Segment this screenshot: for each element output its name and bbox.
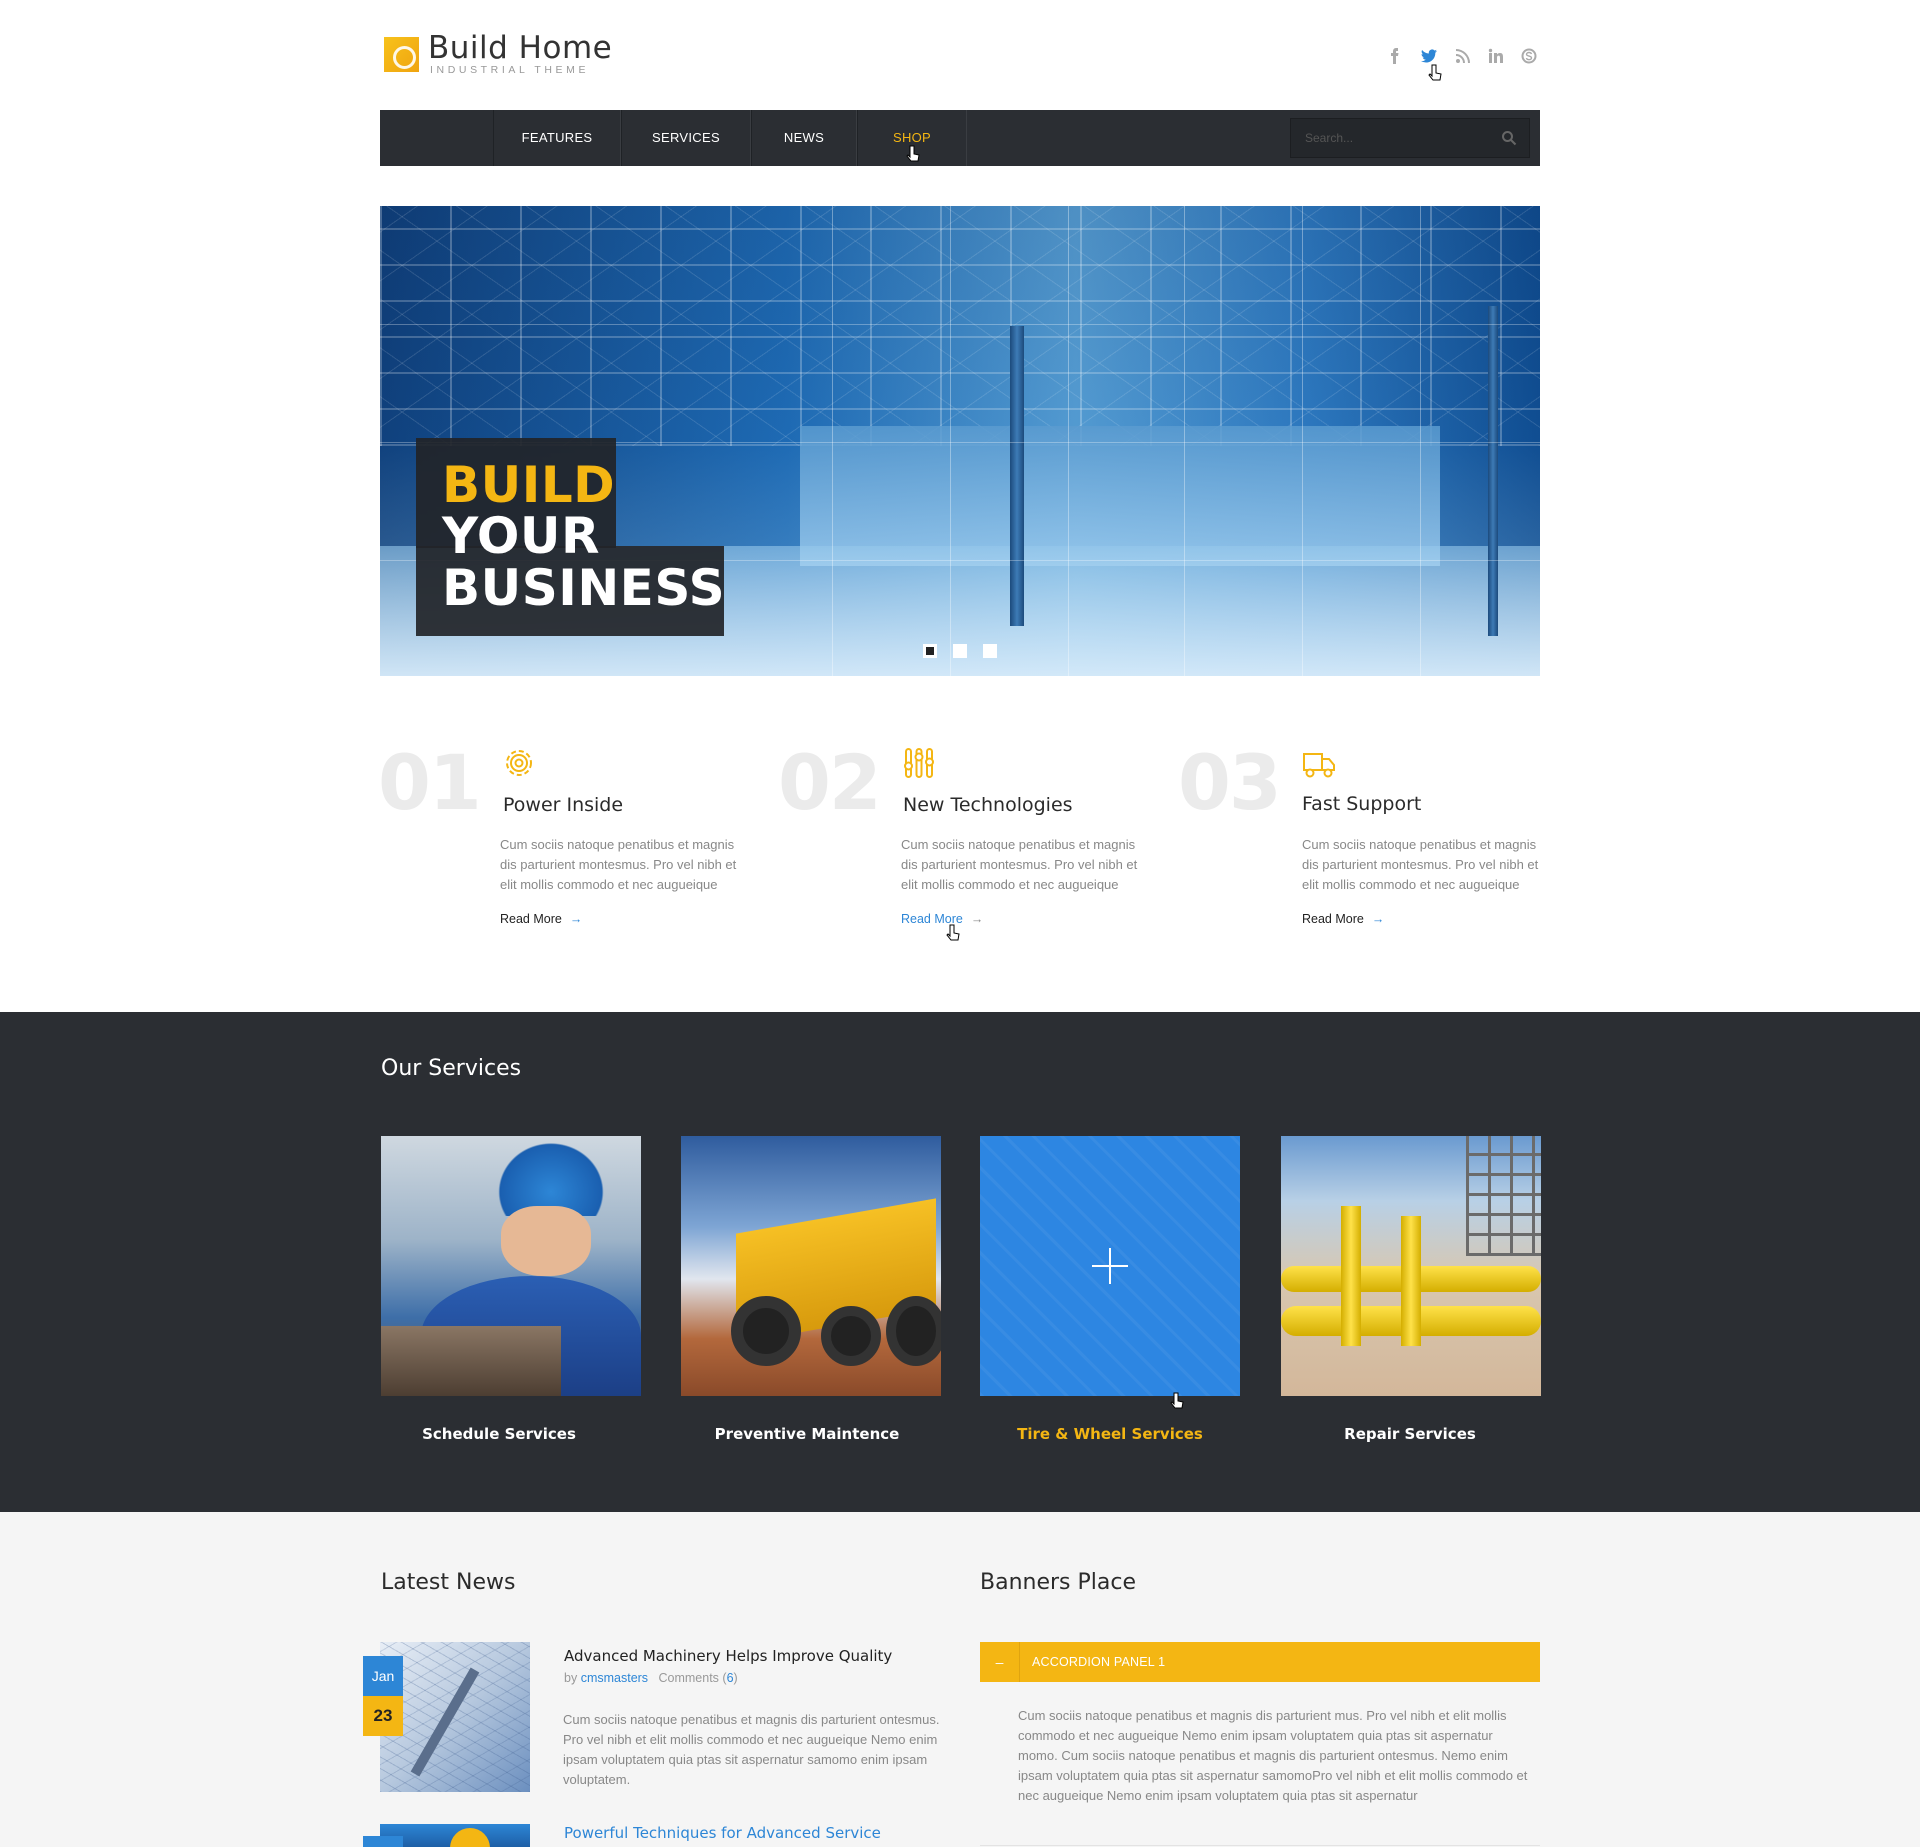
- nav-item-services[interactable]: SERVICES: [621, 110, 751, 166]
- pipe-shape: [1341, 1206, 1361, 1346]
- accordion-panel-body: Cum sociis natoque penatibus et magnis d…: [1018, 1708, 1528, 1803]
- feature-title: New Technologies: [903, 794, 1073, 816]
- slider-dot-2[interactable]: [953, 644, 967, 658]
- services-section: Our Services Schedule Services Preventiv…: [0, 1012, 1920, 1512]
- search-input[interactable]: [1291, 119, 1491, 157]
- truck-icon: [1303, 753, 1335, 778]
- arrow-right-icon: →: [1371, 912, 1385, 926]
- hero-gridline: [1420, 206, 1421, 676]
- comments-label: Comments: [658, 1671, 719, 1685]
- logo-icon[interactable]: [384, 37, 419, 72]
- news-excerpt: Cum sociis natoque penatibus et magnis d…: [563, 1712, 940, 1787]
- hero-gridline: [950, 206, 951, 676]
- hero-image-truss: [380, 206, 1540, 446]
- nav-item-news[interactable]: NEWS: [751, 110, 857, 166]
- date-month-badge: [363, 1836, 403, 1847]
- main-nav: FEATURES SERVICES NEWS SHOP: [380, 110, 1540, 166]
- search-box: [1290, 118, 1530, 158]
- service-label[interactable]: Schedule Services: [369, 1425, 629, 1443]
- machine-shape: [381, 1326, 561, 1396]
- service-image-preventive[interactable]: [681, 1136, 941, 1396]
- hero-slider[interactable]: BUILD YOUR BUSINESS: [380, 206, 1540, 676]
- feature-number: 01: [378, 738, 482, 827]
- feature-title: Power Inside: [503, 794, 624, 816]
- wheel-shape: [731, 1296, 801, 1366]
- sliders-icon: [904, 748, 934, 778]
- hero-gridline: [380, 324, 1540, 325]
- wheel-shape: [821, 1306, 881, 1366]
- feature-number: 03: [1178, 738, 1282, 827]
- gear-icon: [506, 750, 532, 776]
- read-more-label: Read More: [1302, 912, 1364, 926]
- feature-number: 02: [778, 738, 882, 827]
- pointer-cursor-icon: [1428, 64, 1442, 81]
- hard-hat-shape: [450, 1828, 490, 1847]
- comments-count-link[interactable]: 6: [727, 1671, 734, 1685]
- service-image-tire-wheel[interactable]: [980, 1136, 1240, 1396]
- service-image-schedule[interactable]: [381, 1136, 641, 1396]
- face-shape: [501, 1206, 591, 1276]
- feature-text: Cum sociis natoque penatibus et magnis d…: [1302, 837, 1539, 892]
- news-meta-by: by: [564, 1671, 578, 1685]
- slider-dot-3[interactable]: [983, 644, 997, 658]
- wheel-shape: [886, 1296, 941, 1366]
- feature-title: Fast Support: [1302, 793, 1422, 815]
- news-title[interactable]: Powerful Techniques for Advanced Service: [564, 1824, 881, 1842]
- hero-image-wall: [800, 426, 1440, 566]
- facebook-icon[interactable]: [1385, 46, 1405, 66]
- news-meta: by cmsmasters Comments (6): [564, 1671, 738, 1685]
- hero-gridline: [1068, 206, 1069, 676]
- section-title: Latest News: [381, 1570, 516, 1595]
- read-more-link[interactable]: Read More →: [901, 912, 983, 926]
- structure-shape: [1466, 1136, 1541, 1256]
- section-title: Banners Place: [980, 1570, 1136, 1595]
- service-label[interactable]: Repair Services: [1280, 1425, 1540, 1443]
- feature-text: Cum sociis natoque penatibus et magnis d…: [500, 837, 737, 892]
- arrow-right-icon: →: [970, 912, 984, 926]
- logo-title[interactable]: Build Home: [428, 30, 612, 66]
- twitter-icon[interactable]: [1419, 46, 1439, 66]
- hero-image-column: [1010, 326, 1024, 626]
- hard-hat-shape: [491, 1136, 611, 1216]
- rss-icon[interactable]: [1453, 46, 1473, 66]
- linkedin-icon[interactable]: [1486, 46, 1506, 66]
- logo-subtitle: INDUSTRIAL THEME: [430, 64, 590, 76]
- slider-dot-1[interactable]: [923, 644, 937, 658]
- hero-image-column: [1488, 306, 1498, 636]
- service-label[interactable]: Preventive Maintence: [677, 1425, 937, 1443]
- hero-headline-line1: BUILD: [442, 456, 616, 514]
- read-more-label: Read More: [500, 912, 562, 926]
- date-month-badge: Jan: [363, 1656, 403, 1696]
- hero-gridline: [832, 206, 833, 676]
- news-banners-section: [0, 1512, 1920, 1847]
- author-link[interactable]: cmsmasters: [581, 1671, 648, 1685]
- plus-icon: [1092, 1248, 1128, 1284]
- service-label[interactable]: Tire & Wheel Services: [980, 1425, 1240, 1443]
- accordion-panel-header[interactable]: – ACCORDION PANEL 1: [980, 1642, 1540, 1682]
- date-day-badge: 23: [363, 1696, 403, 1736]
- nav-item-features[interactable]: FEATURES: [493, 110, 621, 166]
- pointer-cursor-icon: [906, 145, 920, 162]
- read-more-link[interactable]: Read More →: [1302, 912, 1384, 926]
- arrow-right-icon: →: [569, 912, 583, 926]
- collapse-icon[interactable]: –: [980, 1642, 1020, 1682]
- service-image-repair[interactable]: [1281, 1136, 1541, 1396]
- search-icon[interactable]: [1501, 130, 1517, 146]
- hero-headline-line3: BUSINESS: [442, 559, 726, 617]
- hero-gridline: [1302, 206, 1303, 676]
- read-more-link[interactable]: Read More →: [500, 912, 582, 926]
- divider: [980, 1845, 1540, 1846]
- hero-gridline: [1184, 206, 1185, 676]
- pointer-cursor-icon: [946, 924, 960, 941]
- pointer-cursor-icon: [1170, 1392, 1184, 1409]
- skype-icon[interactable]: [1519, 46, 1539, 66]
- section-title: Our Services: [381, 1056, 522, 1081]
- feature-text: Cum sociis natoque penatibus et magnis d…: [901, 837, 1138, 892]
- news-title[interactable]: Advanced Machinery Helps Improve Quality: [564, 1647, 892, 1665]
- accordion-panel-label: ACCORDION PANEL 1: [1032, 1655, 1166, 1669]
- pipe-shape: [1401, 1216, 1421, 1346]
- hero-headline-line2: YOUR: [442, 507, 601, 565]
